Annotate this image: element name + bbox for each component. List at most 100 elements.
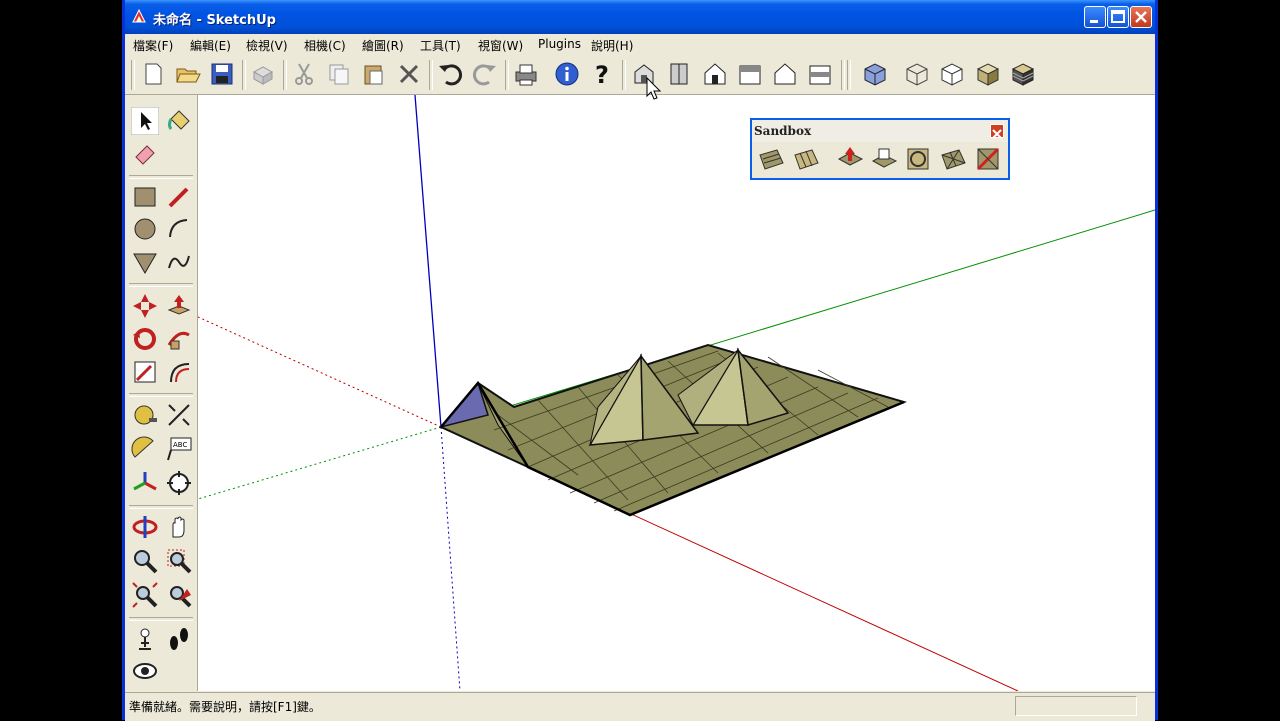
look-around-icon[interactable]	[131, 657, 159, 685]
mouse-cursor	[646, 77, 662, 100]
select-icon[interactable]	[131, 107, 159, 135]
3d-text-icon[interactable]	[165, 469, 193, 497]
menu-edit[interactable]: 編輯(E)	[190, 37, 231, 54]
freehand-icon[interactable]	[165, 248, 193, 276]
add-detail-icon[interactable]	[939, 145, 967, 173]
wireframe-icon[interactable]	[903, 60, 931, 88]
copy-icon[interactable]	[325, 60, 353, 88]
print-icon[interactable]	[512, 60, 540, 88]
blue-axis-negative	[440, 426, 461, 691]
front-view-icon[interactable]	[701, 60, 729, 88]
minimize-button[interactable]	[1084, 6, 1106, 28]
toolbar-separator	[242, 60, 246, 90]
push-pull-icon[interactable]	[165, 292, 193, 320]
arc-icon[interactable]	[165, 215, 193, 243]
previous-view-icon[interactable]	[165, 581, 193, 609]
sandbox-title: Sandbox	[754, 124, 812, 138]
protractor-icon[interactable]	[131, 435, 159, 463]
top-view-icon[interactable]	[665, 60, 693, 88]
redo-icon[interactable]	[471, 60, 499, 88]
close-button[interactable]	[1130, 6, 1152, 28]
smoove-icon[interactable]	[836, 145, 864, 173]
tool-separator	[129, 283, 193, 287]
menu-bar: 檔案(F) 編輯(E) 檢視(V) 相機(C) 繪圖(R) 工具(T) 視窗(W…	[125, 34, 1155, 57]
model-info-icon[interactable]	[553, 60, 581, 88]
menu-window[interactable]: 視窗(W)	[478, 37, 523, 54]
toolbar-separator	[283, 60, 287, 90]
measurements-box[interactable]	[1015, 696, 1137, 716]
stamp-icon[interactable]	[870, 145, 898, 173]
rectangle-icon[interactable]	[131, 183, 159, 211]
xray-icon[interactable]	[861, 60, 889, 88]
sandbox-title-bar[interactable]: Sandbox	[752, 120, 1008, 142]
scale-icon[interactable]	[131, 358, 159, 386]
maximize-icon	[1111, 10, 1125, 23]
tape-measure-icon[interactable]	[131, 401, 159, 429]
sandbox-close-button[interactable]	[990, 124, 1004, 139]
status-bar: 準備就緒。需要說明，請按[F1]鍵。	[125, 692, 1155, 721]
rotate-icon[interactable]	[131, 325, 159, 353]
tool-separator	[129, 505, 193, 509]
toolbar-separator	[429, 60, 433, 90]
toolbar-grip	[847, 60, 851, 90]
zoom-window-icon[interactable]	[165, 547, 193, 575]
new-icon[interactable]	[139, 60, 167, 88]
position-camera-icon[interactable]	[131, 625, 159, 653]
menu-file[interactable]: 檔案(F)	[133, 37, 173, 54]
text-icon[interactable]: ABC	[165, 435, 193, 463]
orbit-icon[interactable]	[131, 513, 159, 541]
from-scratch-icon[interactable]	[792, 145, 820, 173]
pan-icon[interactable]	[165, 513, 193, 541]
tool-separator	[129, 175, 193, 179]
title-bar[interactable]: 未命名 - SketchUp	[125, 0, 1155, 34]
flip-edge-icon[interactable]	[974, 145, 1002, 173]
dimension-icon[interactable]	[165, 401, 193, 429]
menu-plugins[interactable]: Plugins	[538, 37, 581, 51]
tool-separator	[129, 393, 193, 397]
menu-tools[interactable]: 工具(T)	[420, 37, 461, 54]
main-toolbar: ?	[125, 56, 1155, 95]
erase-icon[interactable]	[395, 60, 423, 88]
paint-bucket-icon[interactable]	[165, 107, 193, 135]
make-component-icon[interactable]	[249, 60, 277, 88]
from-contours-icon[interactable]	[757, 145, 785, 173]
axes-icon[interactable]	[131, 469, 159, 497]
open-icon[interactable]	[174, 60, 202, 88]
right-view-icon[interactable]	[736, 60, 764, 88]
hidden-line-icon[interactable]	[938, 60, 966, 88]
minimize-icon	[1090, 20, 1098, 23]
shaded-texture-icon[interactable]	[1009, 60, 1037, 88]
follow-me-icon[interactable]	[165, 325, 193, 353]
back-view-icon[interactable]	[771, 60, 799, 88]
move-icon[interactable]	[131, 292, 159, 320]
toolbar-separator	[505, 60, 509, 90]
status-message: 準備就緒。需要說明，請按[F1]鍵。	[129, 700, 321, 714]
eraser-icon[interactable]	[131, 139, 159, 167]
walk-icon[interactable]	[165, 625, 193, 653]
line-icon[interactable]	[165, 183, 193, 211]
polygon-icon[interactable]	[131, 248, 159, 276]
drawing-viewport[interactable]	[198, 95, 1155, 691]
circle-icon[interactable]	[131, 215, 159, 243]
menu-draw[interactable]: 繪圖(R)	[362, 37, 404, 54]
zoom-extents-icon[interactable]	[131, 581, 159, 609]
toolbar-grip	[131, 60, 135, 90]
offset-icon[interactable]	[165, 358, 193, 386]
menu-view[interactable]: 檢視(V)	[246, 37, 288, 54]
maximize-button[interactable]	[1107, 6, 1129, 28]
menu-help[interactable]: 說明(H)	[591, 37, 633, 54]
svg-text:ABC: ABC	[173, 441, 187, 449]
terrain-mesh[interactable]	[438, 343, 908, 517]
shaded-icon[interactable]	[974, 60, 1002, 88]
zoom-icon[interactable]	[131, 547, 159, 575]
save-icon[interactable]	[208, 60, 236, 88]
paste-icon[interactable]	[360, 60, 388, 88]
undo-icon[interactable]	[436, 60, 464, 88]
sandbox-toolbar[interactable]: Sandbox	[750, 118, 1010, 180]
left-view-icon[interactable]	[806, 60, 834, 88]
help-icon[interactable]: ?	[588, 60, 616, 88]
menu-camera[interactable]: 相機(C)	[304, 37, 346, 54]
model-scene[interactable]	[198, 95, 1155, 691]
cut-icon[interactable]	[290, 60, 318, 88]
drape-icon[interactable]	[904, 145, 932, 173]
